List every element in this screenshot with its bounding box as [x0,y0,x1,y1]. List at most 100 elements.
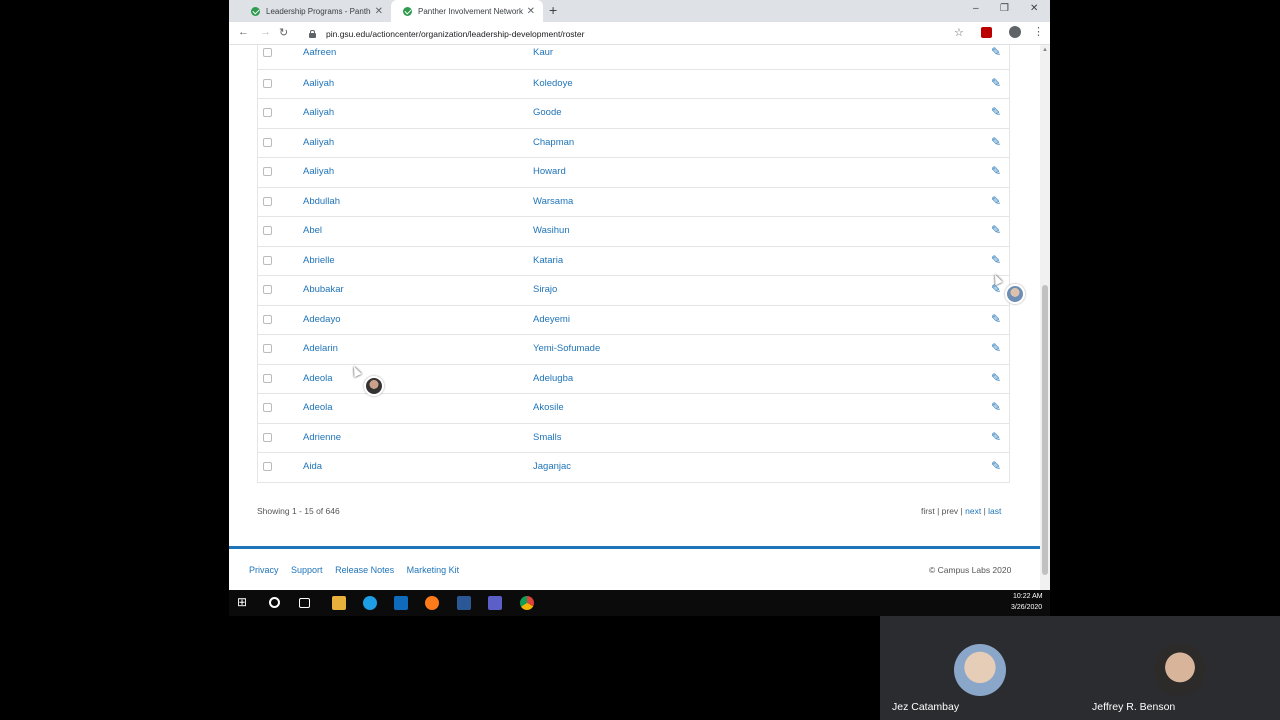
row-checkbox[interactable] [263,462,272,471]
last-name-link[interactable]: Sirajo [533,284,557,295]
row-checkbox[interactable] [263,226,272,235]
first-name-link[interactable]: Adrienne [303,432,341,443]
new-tab-button[interactable]: + [549,2,557,18]
participant-tile-jez[interactable]: Jez Catambay [880,616,1080,720]
pencil-edit-icon[interactable]: ✎ [991,223,1001,237]
row-checkbox[interactable] [263,108,272,117]
last-name-link[interactable]: Chapman [533,137,574,148]
row-checkbox[interactable] [263,403,272,412]
last-name-link[interactable]: Yemi-Sofumade [533,343,600,354]
first-name-link[interactable]: Aaliyah [303,78,334,89]
page-scrollbar[interactable]: ▲ [1040,45,1050,590]
pencil-edit-icon[interactable]: ✎ [991,76,1001,90]
footer-link-support[interactable]: Support [291,565,323,575]
chrome-icon[interactable] [520,596,534,610]
last-name-link[interactable]: Adeyemi [533,314,570,325]
close-window-button[interactable]: ✕ [1030,3,1038,14]
last-name-link[interactable]: Warsama [533,196,573,207]
first-name-link[interactable]: Abel [303,225,322,236]
last-name-link[interactable]: Koledoye [533,78,573,89]
footer-link-privacy[interactable]: Privacy [249,565,279,575]
close-icon[interactable]: ✕ [527,6,535,17]
footer-link-marketing-kit[interactable]: Marketing Kit [407,565,460,575]
participant-tile-jeffrey[interactable]: Jeffrey R. Benson [1080,616,1280,720]
pencil-edit-icon[interactable]: ✎ [991,164,1001,178]
first-name-link[interactable]: Aida [303,461,322,472]
row-checkbox[interactable] [263,255,272,265]
first-name-link[interactable]: Aafreen [303,47,336,58]
close-icon[interactable]: ✕ [375,6,383,17]
last-name-link[interactable]: Howard [533,166,566,177]
footer-link-release-notes[interactable]: Release Notes [335,565,394,575]
minimize-button[interactable]: – [973,3,979,14]
pager-last[interactable]: last [988,506,1001,516]
cortana-icon[interactable] [269,597,280,608]
first-name-link[interactable]: Adelarin [303,343,338,354]
last-name-link[interactable]: Smalls [533,432,562,443]
first-name-link[interactable]: Aaliyah [303,137,334,148]
pager-next[interactable]: next [965,506,981,516]
address-bar[interactable]: pin.gsu.edu/actioncenter/organization/le… [301,25,961,42]
firefox-icon[interactable] [425,596,439,610]
tab-panther-involvement[interactable]: Panther Involvement Network (P ✕ [391,0,543,22]
word-icon[interactable] [457,596,471,610]
acrobat-extension-icon[interactable] [981,27,992,38]
skype-icon[interactable] [363,596,377,610]
pencil-edit-icon[interactable]: ✎ [991,371,1001,385]
pencil-edit-icon[interactable]: ✎ [991,194,1001,208]
first-name-link[interactable]: Aaliyah [303,107,334,118]
pencil-edit-icon[interactable]: ✎ [991,105,1001,119]
roster-table: Aafreen Kaur ✎ Aaliyah Koledoye ✎ Aaliyah Goode… [257,45,1010,483]
last-name-link[interactable]: Wasihun [533,225,570,236]
pencil-edit-icon[interactable]: ✎ [991,459,1001,473]
last-name-link[interactable]: Kaur [533,47,553,58]
first-name-link[interactable]: Adeola [303,402,333,413]
row-checkbox[interactable] [263,314,272,324]
first-name-link[interactable]: Abrielle [303,255,335,266]
reload-icon[interactable]: ↻ [279,26,288,39]
last-name-link[interactable]: Kataria [533,255,563,266]
pencil-edit-icon[interactable]: ✎ [991,135,1001,149]
row-checkbox[interactable] [263,167,272,176]
teams-icon[interactable] [488,596,502,610]
scrollbar-thumb[interactable] [1042,285,1048,575]
scroll-up-arrow-icon[interactable]: ▲ [1042,47,1048,53]
forward-arrow-icon[interactable]: → [260,26,271,38]
profile-icon[interactable] [1009,26,1021,38]
back-arrow-icon[interactable]: ← [238,26,249,38]
restore-button[interactable]: ❐ [1000,3,1009,14]
tab-leadership-programs[interactable]: Leadership Programs - Panther I ✕ [239,0,391,22]
row-checkbox[interactable] [263,196,272,206]
row-checkbox[interactable] [263,78,272,88]
pencil-edit-icon[interactable]: ✎ [991,312,1001,326]
row-checkbox[interactable] [263,285,272,294]
file-explorer-icon[interactable] [332,596,346,610]
row-checkbox[interactable] [263,137,272,147]
pencil-edit-icon[interactable]: ✎ [991,45,1001,59]
tab-strip: Leadership Programs - Panther I ✕ Panthe… [229,0,1050,22]
first-name-link[interactable]: Abdullah [303,196,340,207]
row-checkbox[interactable] [263,48,272,57]
pager-first[interactable]: first [921,506,935,516]
row-checkbox[interactable] [263,344,272,353]
last-name-link[interactable]: Jaganjac [533,461,571,472]
bookmark-star-icon[interactable]: ☆ [954,26,964,39]
outlook-icon[interactable] [394,596,408,610]
first-name-link[interactable]: Abubakar [303,284,344,295]
pencil-edit-icon[interactable]: ✎ [991,430,1001,444]
row-checkbox[interactable] [263,373,272,383]
first-name-link[interactable]: Aaliyah [303,166,334,177]
first-name-link[interactable]: Adedayo [303,314,341,325]
last-name-link[interactable]: Akosile [533,402,564,413]
kebab-menu-icon[interactable]: ⋮ [1033,25,1044,38]
first-name-link[interactable]: Adeola [303,373,333,384]
pager-prev[interactable]: prev [942,506,959,516]
pencil-edit-icon[interactable]: ✎ [991,341,1001,355]
pencil-edit-icon[interactable]: ✎ [991,400,1001,414]
row-checkbox[interactable] [263,432,272,442]
task-view-icon[interactable] [299,598,310,608]
windows-start-icon[interactable]: ⊞ [237,595,251,609]
last-name-link[interactable]: Goode [533,107,562,118]
pencil-edit-icon[interactable]: ✎ [991,253,1001,267]
last-name-link[interactable]: Adelugba [533,373,573,384]
